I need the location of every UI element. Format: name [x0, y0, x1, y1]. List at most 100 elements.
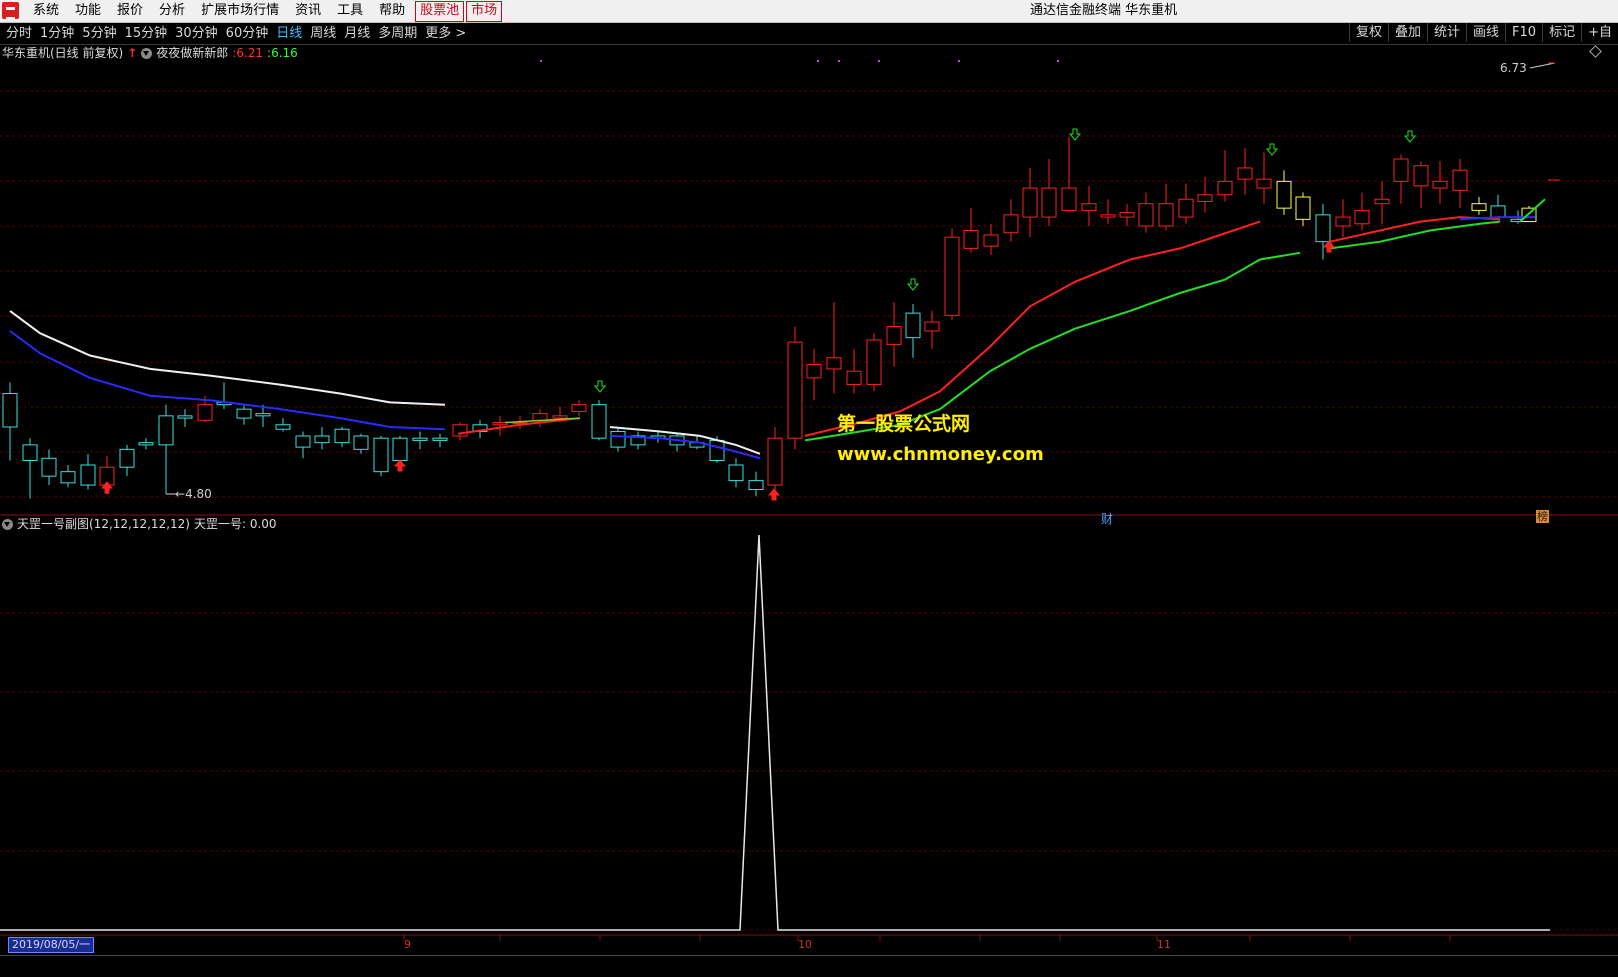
candle-body [571, 404, 587, 412]
candle-body [22, 444, 38, 462]
candle-body [1158, 203, 1174, 227]
period-tab[interactable]: 周线 [306, 23, 340, 44]
candle-body [748, 480, 764, 491]
candle-body [1081, 203, 1097, 211]
chart-tools: 复权 叠加 统计 画线 F10 标记 +自 [1348, 23, 1618, 42]
candle-body [591, 404, 607, 439]
finance-badge[interactable]: 财 [1101, 510, 1113, 527]
marker-dot [817, 60, 819, 62]
period-toolbar: 分时 1分钟 5分钟 15分钟 30分钟 60分钟 日线 周线 月线 多周期 更多 > 复权 叠加 统计… [0, 23, 1618, 45]
status-bar [0, 955, 1618, 977]
menu-item[interactable]: 股票池 [415, 1, 465, 22]
candle-body [728, 464, 744, 482]
period-tab[interactable]: 日线 [272, 23, 306, 44]
main-menu: 系统 功能 报价 分析 扩展市场行情 资讯 工具 帮助 股票池 市场 [25, 0, 503, 22]
menu-item[interactable]: 帮助 [371, 0, 413, 22]
candle-body [846, 370, 862, 386]
candle-body [610, 430, 626, 448]
menu-item[interactable]: 系统 [25, 0, 67, 22]
sub-indicator-toggle-icon[interactable] [2, 518, 13, 530]
candle-body [1061, 187, 1077, 211]
marker-dot [958, 60, 960, 62]
period-tab[interactable]: 5分钟 [78, 23, 120, 44]
candle-body [532, 413, 548, 421]
candle-body [709, 439, 725, 462]
sub-chart-header: 天罡一号副图(12,12,12,12,12) 天罡一号: 0.00 [2, 516, 277, 532]
menu-item[interactable]: 市场 [466, 1, 503, 22]
candle-body [1432, 180, 1448, 189]
menu-item[interactable]: 资讯 [287, 0, 329, 22]
period-tab[interactable]: 30分钟 [171, 23, 222, 44]
period-tab[interactable]: 月线 [340, 23, 374, 44]
candle-body [944, 236, 960, 316]
candle-body [158, 415, 174, 446]
tool-button[interactable]: 叠加 [1388, 23, 1427, 42]
month-tick: 9 [404, 938, 411, 951]
high-marker-line [1529, 62, 1556, 69]
period-tab[interactable]: 15分钟 [121, 23, 172, 44]
menu-item[interactable]: 工具 [329, 0, 371, 22]
candle-body [1119, 212, 1135, 218]
candle-body [924, 321, 940, 332]
sell-arrow-icon [906, 278, 920, 291]
period-tab[interactable]: 多周期 [374, 23, 421, 44]
candle-body [1315, 214, 1331, 243]
candle-body [392, 437, 408, 462]
candle-body [1452, 169, 1468, 191]
ma-short-line [804, 220, 1261, 437]
candle-body [119, 448, 135, 468]
period-tab[interactable]: 分时 [2, 23, 36, 44]
period-tab[interactable]: 1分钟 [36, 23, 78, 44]
candle-body [1178, 198, 1194, 218]
candle-body [60, 471, 76, 484]
period-tab[interactable]: 更多 > [421, 23, 470, 44]
sub-indicator-value: 天罡一号: 0.00 [193, 517, 277, 531]
menu-item[interactable]: 分析 [151, 0, 193, 22]
menu-item[interactable]: 功能 [67, 0, 109, 22]
candle-body [767, 437, 783, 486]
menu-item[interactable]: 报价 [109, 0, 151, 22]
candle-body [236, 408, 252, 419]
candlestick-chart[interactable] [0, 44, 1618, 955]
candle-body [1100, 214, 1116, 218]
candle-body [492, 422, 508, 426]
candle-body [787, 341, 803, 439]
candle-body [1256, 178, 1272, 189]
period-tab[interactable]: 60分钟 [222, 23, 273, 44]
candle-body [886, 326, 902, 345]
candle-body [1295, 196, 1311, 220]
candle-body [314, 435, 330, 444]
candle-body [1041, 187, 1057, 218]
candle-body [138, 442, 154, 446]
tool-button[interactable]: +自 [1581, 23, 1618, 42]
watermark-url: www.chnmoney.com [837, 444, 1044, 465]
ma-blue-line [9, 330, 446, 431]
month-tick: 11 [1157, 938, 1171, 951]
candle-body [1276, 180, 1292, 209]
candle-body [1374, 198, 1390, 205]
tool-button[interactable]: F10 [1505, 23, 1542, 42]
candle-body [1393, 158, 1409, 182]
tool-button[interactable]: 复权 [1348, 23, 1388, 42]
candle-body [255, 413, 271, 417]
candle-body [353, 435, 369, 450]
tiangang-line [0, 534, 1550, 931]
candle-body [295, 435, 311, 448]
tool-button[interactable]: 统计 [1427, 23, 1466, 42]
watermark-title: 第一股票公式网 [837, 413, 971, 435]
tool-button[interactable]: 画线 [1466, 23, 1505, 42]
ranking-badge[interactable]: 榜 [1536, 510, 1549, 523]
candle-body [983, 234, 999, 247]
tool-button[interactable]: 标记 [1542, 23, 1581, 42]
candle-body [334, 428, 350, 444]
candle-body [1197, 194, 1213, 202]
sub-indicator-title[interactable]: 天罡一号副图(12,12,12,12,12) [17, 516, 190, 532]
candle-body [197, 404, 213, 421]
app-logo-icon[interactable] [2, 2, 19, 19]
candle-body [905, 312, 921, 339]
menu-bar: 系统 功能 报价 分析 扩展市场行情 资讯 工具 帮助 股票池 市场 通达信金融终端 华东重机 [0, 0, 1618, 23]
candle-body [432, 437, 448, 441]
candle-body [1471, 203, 1487, 211]
candle-body [1237, 167, 1253, 180]
menu-item[interactable]: 扩展市场行情 [193, 0, 287, 22]
